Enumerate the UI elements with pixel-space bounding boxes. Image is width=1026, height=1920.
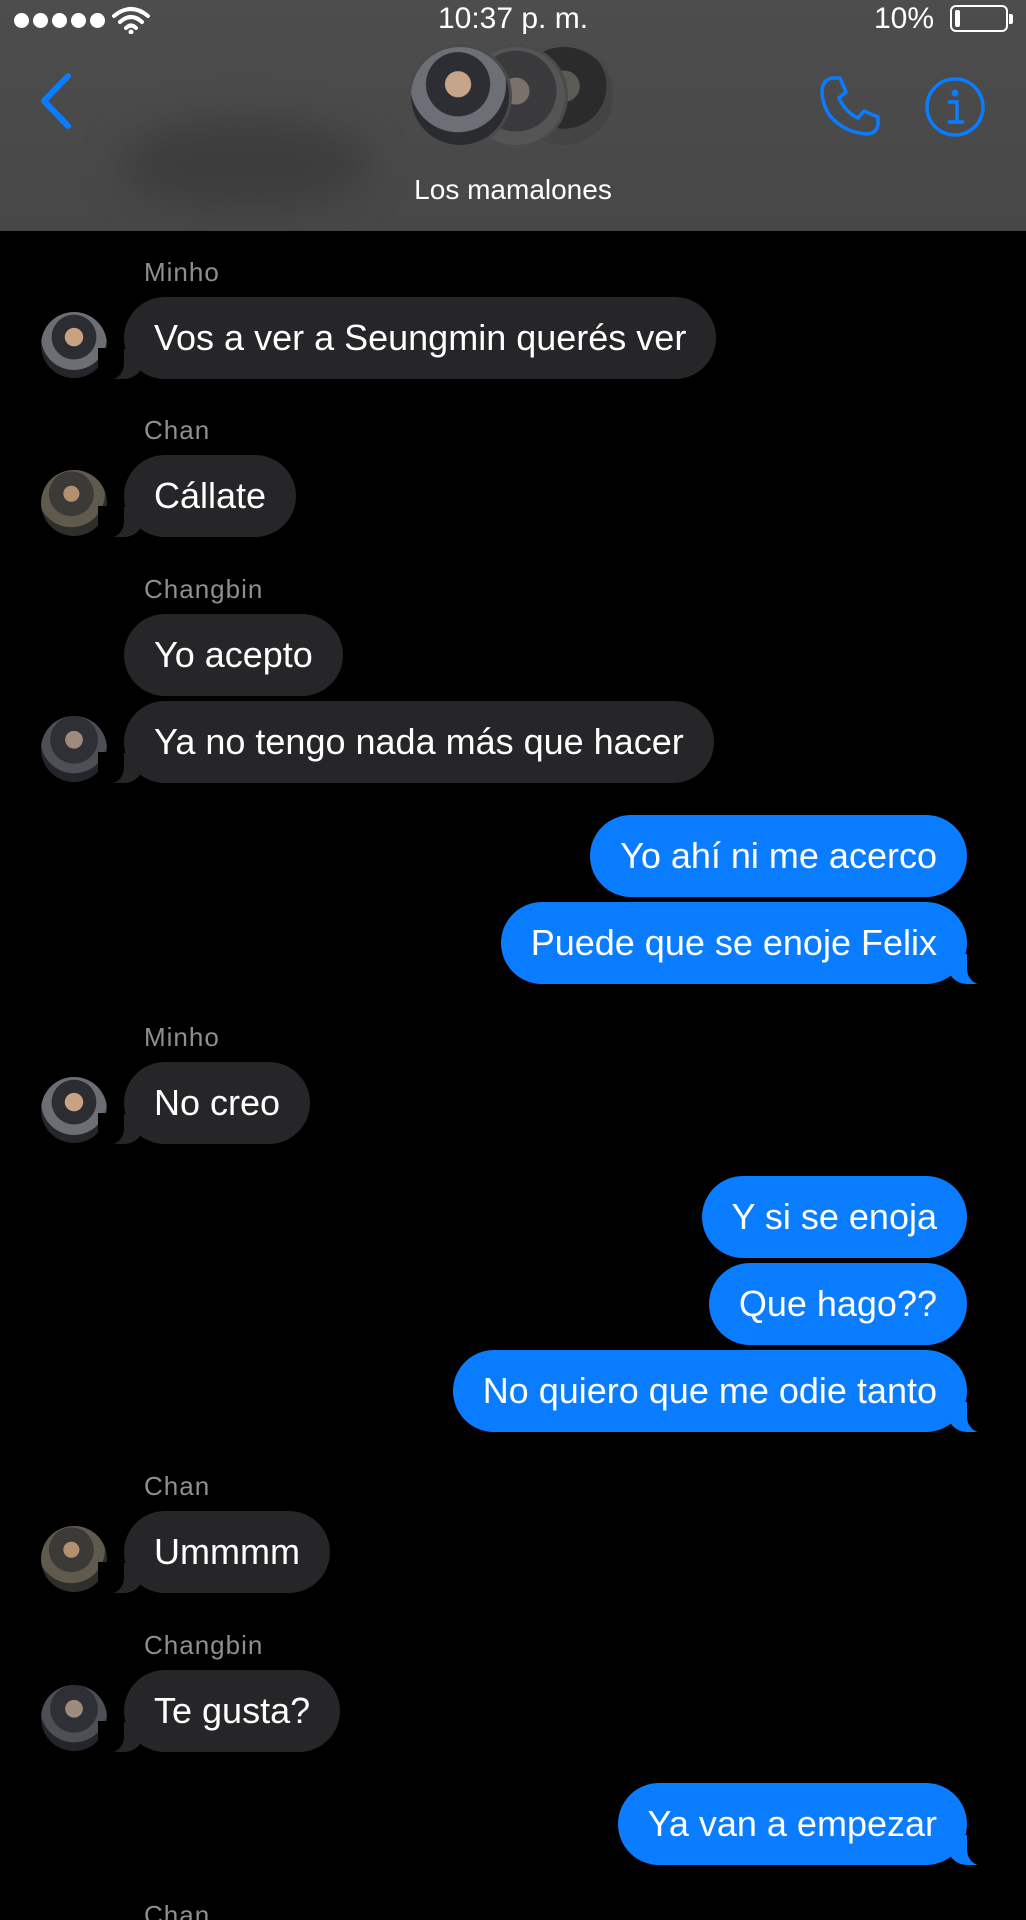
message-bubble[interactable]: Que hago?? — [708, 1263, 967, 1345]
group-name[interactable]: Los mamalones — [0, 174, 1026, 206]
battery-icon — [950, 5, 1013, 32]
battery-percentage: 10% — [873, 2, 934, 35]
message-bubble[interactable]: Yo ahí ni me acerco — [590, 815, 967, 897]
message-bubble[interactable]: Puede que se enoje Felix — [500, 902, 994, 985]
sender-name: Chan — [144, 1900, 211, 1920]
status-bar: 10:37 p. m. 10% — [0, 0, 1026, 40]
info-icon[interactable] — [924, 76, 986, 138]
sender-name: Minho — [144, 1022, 220, 1052]
group-avatar — [408, 44, 512, 148]
message-bubble[interactable]: No quiero que me odie tanto — [452, 1350, 994, 1433]
sender-name: Changbin — [144, 1630, 264, 1660]
message-bubble[interactable]: Te gusta? — [97, 1670, 341, 1753]
message-bubble[interactable]: Ummmm — [98, 1511, 330, 1594]
sender-name: Changbin — [144, 574, 264, 604]
message-bubble[interactable]: Cállate — [97, 455, 297, 538]
message-bubble[interactable]: Vos a ver a Seungmin querés ver — [97, 297, 717, 380]
message-bubble[interactable]: Ya van a empezar — [617, 1783, 993, 1866]
status-time: 10:37 p. m. — [437, 2, 589, 35]
sender-name: Chan — [144, 1471, 211, 1501]
group-avatar-stack[interactable] — [408, 44, 620, 152]
message-bubble[interactable]: Y si se enoja — [701, 1176, 967, 1258]
sender-name: Chan — [144, 415, 211, 445]
message-bubble[interactable]: Ya no tengo nada más que hacer — [98, 701, 714, 784]
phone-icon[interactable] — [818, 74, 882, 138]
conversation-header: 10:37 p. m. 10% Los mamalones — [0, 0, 1026, 231]
message-bubble[interactable]: No creo — [97, 1062, 311, 1145]
chevron-left-icon[interactable] — [34, 70, 78, 132]
sender-name: Minho — [144, 257, 220, 287]
message-bubble[interactable]: Yo acepto — [124, 614, 343, 696]
